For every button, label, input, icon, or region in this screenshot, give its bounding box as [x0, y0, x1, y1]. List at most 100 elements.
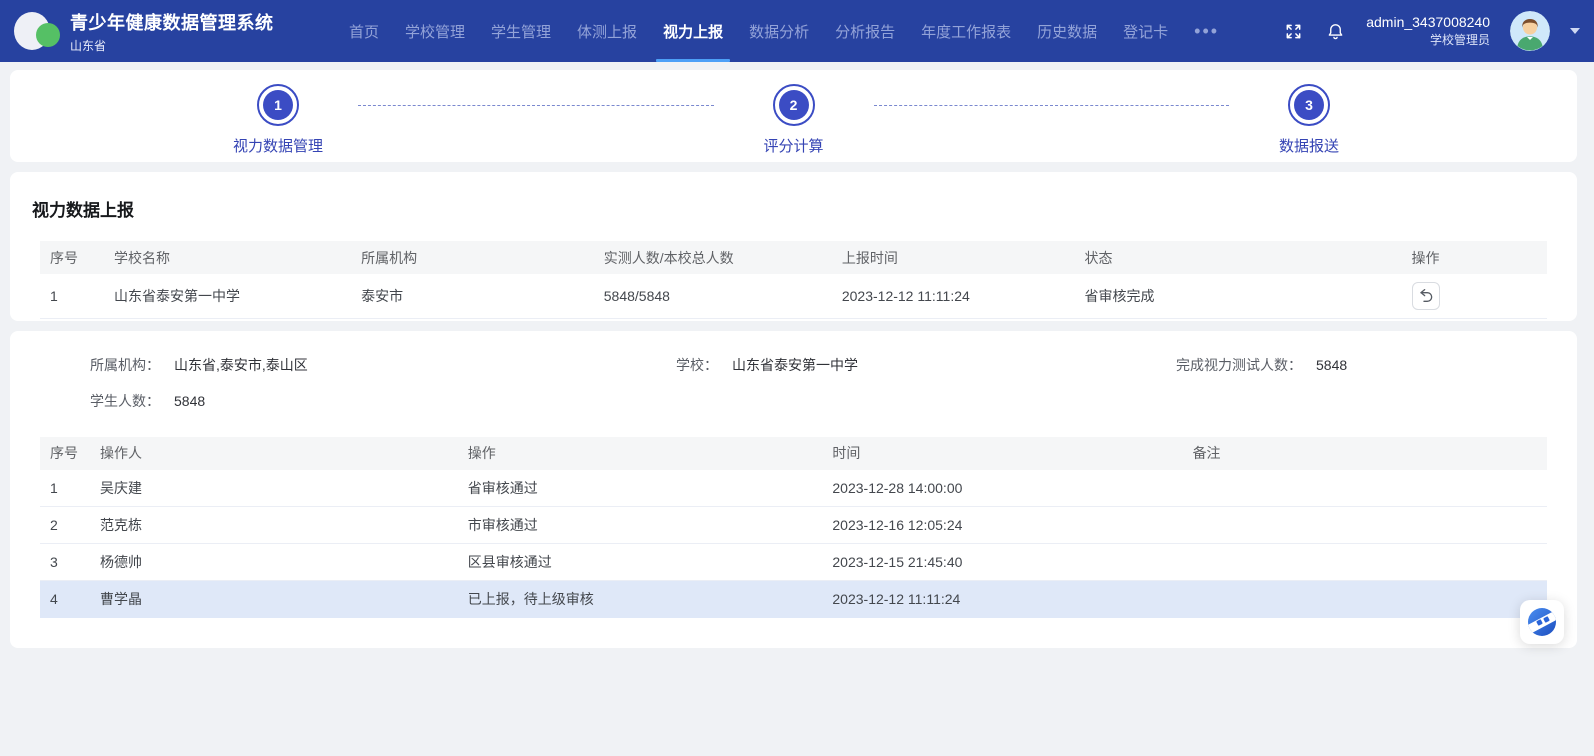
stepper: 1 视力数据管理 2 评分计算 3 数据报送: [10, 70, 1577, 162]
undo-icon: [1418, 288, 1434, 304]
nav-item-analysis-report[interactable]: 分析报告: [822, 0, 908, 62]
col-index: 序号: [40, 437, 90, 470]
step-circle-2: 2: [773, 84, 815, 126]
page-content: 1 视力数据管理 2 评分计算 3 数据报送 视力数据上报: [0, 62, 1594, 648]
report-detail-section: 所属机构： 山东省,泰安市,泰山区 学校： 山东省泰安第一中学 完成视力测试人数…: [10, 331, 1577, 649]
brand: 青少年健康数据管理系统 山东省: [14, 9, 294, 54]
rollback-button[interactable]: [1412, 282, 1440, 310]
app-title: 青少年健康数据管理系统: [70, 9, 274, 35]
cell-operation: 市审核通过: [458, 507, 823, 544]
chevron-down-icon[interactable]: [1570, 28, 1580, 34]
cell-index: 1: [40, 274, 104, 318]
step-label-2: 评分计算: [763, 135, 823, 156]
floating-assistant-button[interactable]: [1520, 600, 1564, 644]
col-actions: 操作: [1402, 241, 1548, 274]
info-value: 山东省泰安第一中学: [732, 355, 858, 375]
info-value: 5848: [1316, 357, 1347, 373]
col-status: 状态: [1074, 241, 1401, 274]
brand-logo-icon: [1528, 608, 1556, 636]
cell-remark: [1183, 470, 1547, 507]
step-connector: [874, 105, 1230, 106]
nav-more-icon[interactable]: •••: [1181, 0, 1232, 62]
col-index: 序号: [40, 241, 104, 274]
info-school: 学校： 山东省泰安第一中学: [676, 355, 1176, 375]
step-data-submission[interactable]: 3 数据报送: [1241, 84, 1377, 156]
cell-operator: 杨德帅: [90, 544, 458, 581]
report-table: 序号 学校名称 所属机构 实测人数/本校总人数 上报时间 状态 操作 1 山东省…: [40, 241, 1547, 319]
top-navbar: 青少年健康数据管理系统 山东省 首页 学校管理 学生管理 体测上报 视力上报 数…: [0, 0, 1594, 62]
cell-remark: [1183, 581, 1547, 618]
cell-report-time: 2023-12-12 11:11:24: [832, 274, 1075, 318]
app-subtitle: 山东省: [70, 37, 274, 54]
cell-measured-total: 5848/5848: [594, 274, 832, 318]
cell-school-name: 山东省泰安第一中学: [104, 274, 351, 318]
cell-operator: 曹学晶: [90, 581, 458, 618]
user-name: admin_3437008240: [1366, 13, 1490, 32]
logo-circle-green: [36, 23, 60, 47]
step-number-1: 1: [263, 90, 293, 120]
cell-operator: 吴庆建: [90, 470, 458, 507]
nav-item-annual-report[interactable]: 年度工作报表: [908, 0, 1024, 62]
step-connector: [358, 105, 714, 106]
step-number-3: 3: [1294, 90, 1324, 120]
nav-item-data-analysis[interactable]: 数据分析: [736, 0, 822, 62]
info-value: 山东省,泰安市,泰山区: [174, 355, 308, 375]
info-label: 学校：: [676, 355, 718, 375]
step-score-calculation[interactable]: 2 评分计算: [726, 84, 862, 156]
app-logo-icon: [14, 10, 60, 52]
info-label: 所属机构：: [76, 355, 160, 375]
cell-remark: [1183, 544, 1547, 581]
nav-item-fitness-report[interactable]: 体测上报: [564, 0, 650, 62]
user-menu[interactable]: admin_3437008240 学校管理员: [1366, 13, 1490, 48]
avatar[interactable]: [1510, 11, 1550, 51]
col-operation: 操作: [458, 437, 823, 470]
col-report-time: 上报时间: [832, 241, 1075, 274]
step-label-1: 视力数据管理: [233, 135, 323, 156]
list-item: 2 范克栋 市审核通过 2023-12-16 12:05:24: [40, 507, 1547, 544]
vision-report-section: 视力数据上报 序号 学校名称 所属机构 实测人数/本校总人数 上报时间 状态 操…: [10, 172, 1577, 321]
bell-icon[interactable]: [1324, 20, 1346, 42]
nav-item-student-mgmt[interactable]: 学生管理: [478, 0, 564, 62]
step-vision-data-management[interactable]: 1 视力数据管理: [210, 84, 346, 156]
cell-operator: 范克栋: [90, 507, 458, 544]
log-table-header: 序号 操作人 操作 时间 备注: [40, 437, 1547, 470]
detail-info: 所属机构： 山东省,泰安市,泰山区 学校： 山东省泰安第一中学 完成视力测试人数…: [40, 355, 1547, 411]
audit-log-table: 序号 操作人 操作 时间 备注 1 吴庆建 省审核通过 2023-12-28 1…: [40, 437, 1547, 619]
info-label: 学生人数：: [76, 391, 160, 411]
step-number-2: 2: [779, 90, 809, 120]
cell-operation: 已上报，待上级审核: [458, 581, 823, 618]
cell-remark: [1183, 507, 1547, 544]
col-operator: 操作人: [90, 437, 458, 470]
info-value: 5848: [174, 393, 205, 409]
nav-item-registration-card[interactable]: 登记卡: [1110, 0, 1181, 62]
table-row[interactable]: 1 山东省泰安第一中学 泰安市 5848/5848 2023-12-12 11:…: [40, 274, 1547, 318]
info-tested-count: 完成视力测试人数： 5848: [1176, 355, 1547, 375]
nav-item-school-mgmt[interactable]: 学校管理: [392, 0, 478, 62]
col-measured-total: 实测人数/本校总人数: [594, 241, 832, 274]
info-label: 完成视力测试人数：: [1176, 355, 1302, 375]
fullscreen-icon[interactable]: [1282, 20, 1304, 42]
col-school-name: 学校名称: [104, 241, 351, 274]
nav-item-vision-report[interactable]: 视力上报: [650, 0, 736, 62]
cell-operation: 区县审核通过: [458, 544, 823, 581]
cell-operation: 省审核通过: [458, 470, 823, 507]
user-role: 学校管理员: [1366, 32, 1490, 48]
info-student-count: 学生人数： 5848: [76, 391, 676, 411]
col-organization: 所属机构: [351, 241, 594, 274]
status-badge: 省审核完成: [1074, 274, 1401, 318]
cell-time: 2023-12-15 21:45:40: [822, 544, 1182, 581]
info-organization: 所属机构： 山东省,泰安市,泰山区: [76, 355, 676, 375]
cell-time: 2023-12-16 12:05:24: [822, 507, 1182, 544]
col-time: 时间: [822, 437, 1182, 470]
page-title: 视力数据上报: [32, 196, 1547, 221]
nav-item-history-data[interactable]: 历史数据: [1024, 0, 1110, 62]
cell-time: 2023-12-28 14:00:00: [822, 470, 1182, 507]
list-item: 3 杨德帅 区县审核通过 2023-12-15 21:45:40: [40, 544, 1547, 581]
step-label-3: 数据报送: [1279, 135, 1339, 156]
nav-item-home[interactable]: 首页: [336, 0, 392, 62]
cell-time: 2023-12-12 11:11:24: [822, 581, 1182, 618]
col-remark: 备注: [1183, 437, 1547, 470]
step-circle-1: 1: [257, 84, 299, 126]
cell-organization: 泰安市: [351, 274, 594, 318]
list-item: 1 吴庆建 省审核通过 2023-12-28 14:00:00: [40, 470, 1547, 507]
